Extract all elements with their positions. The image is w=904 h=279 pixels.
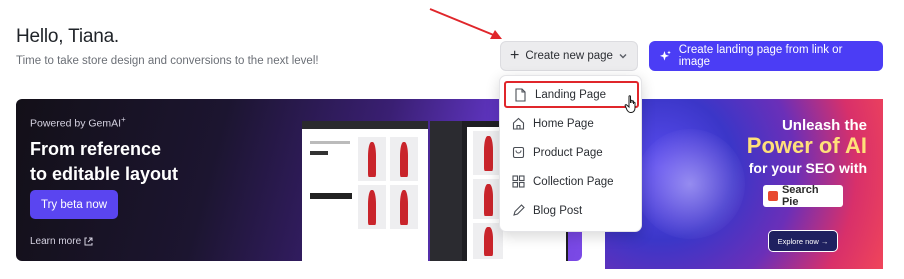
menu-item-product-page[interactable]: Product Page: [504, 139, 639, 166]
external-link-icon: [84, 237, 93, 246]
powered-by-label: Powered by GemAI+: [30, 115, 126, 130]
searchpie-banner: Unleash the Power of AI for your SEO wit…: [605, 99, 883, 269]
pencil-icon: [513, 204, 525, 216]
page-subtitle: Time to take store design and conversion…: [16, 55, 319, 67]
explore-now-button[interactable]: Explore now →: [768, 230, 838, 252]
plus-icon: +: [510, 47, 520, 64]
banner-line-2: Power of AI: [746, 133, 867, 158]
home-icon: [512, 117, 525, 130]
annotation-arrow: [429, 8, 502, 39]
try-beta-button[interactable]: Try beta now: [30, 190, 118, 219]
page-title: Hello, Tiana.: [16, 26, 120, 47]
document-icon: [515, 87, 526, 102]
searchpie-logo-icon: [768, 191, 778, 201]
create-landing-from-link-button[interactable]: Create landing page from link or image: [649, 41, 883, 71]
searchpie-logo: Search Pie: [763, 184, 843, 208]
chevron-down-icon: [619, 54, 627, 59]
create-landing-from-link-label: Create landing page from link or image: [678, 44, 843, 68]
bag-icon: [512, 146, 525, 159]
menu-item-landing-page[interactable]: Landing Page: [504, 81, 639, 108]
ai-brain-image: [635, 129, 745, 239]
banner-line-1: Unleash the: [781, 117, 867, 134]
menu-item-blog-post[interactable]: Blog Post: [504, 197, 639, 224]
learn-more-link[interactable]: Learn more: [30, 236, 93, 247]
create-new-page-button[interactable]: + Create new page: [500, 41, 638, 71]
reference-page-preview: [302, 121, 428, 261]
menu-item-home-page[interactable]: Home Page: [504, 110, 639, 137]
create-page-dropdown: Landing Page Home Page Product Page Coll…: [499, 75, 642, 232]
hand-cursor-icon: [624, 95, 636, 113]
sparkle-icon: [659, 50, 671, 61]
grid-icon: [512, 175, 525, 188]
gemai-banner: Powered by GemAI+ From reference to edit…: [16, 99, 582, 261]
banner-headline: From reference to editable layout: [30, 139, 179, 184]
menu-item-collection-page[interactable]: Collection Page: [504, 168, 639, 195]
dashboard: Hello, Tiana. Time to take store design …: [0, 0, 904, 279]
banner-line-3: for your SEO with: [748, 160, 867, 176]
create-new-page-label: Create new page: [525, 50, 613, 62]
